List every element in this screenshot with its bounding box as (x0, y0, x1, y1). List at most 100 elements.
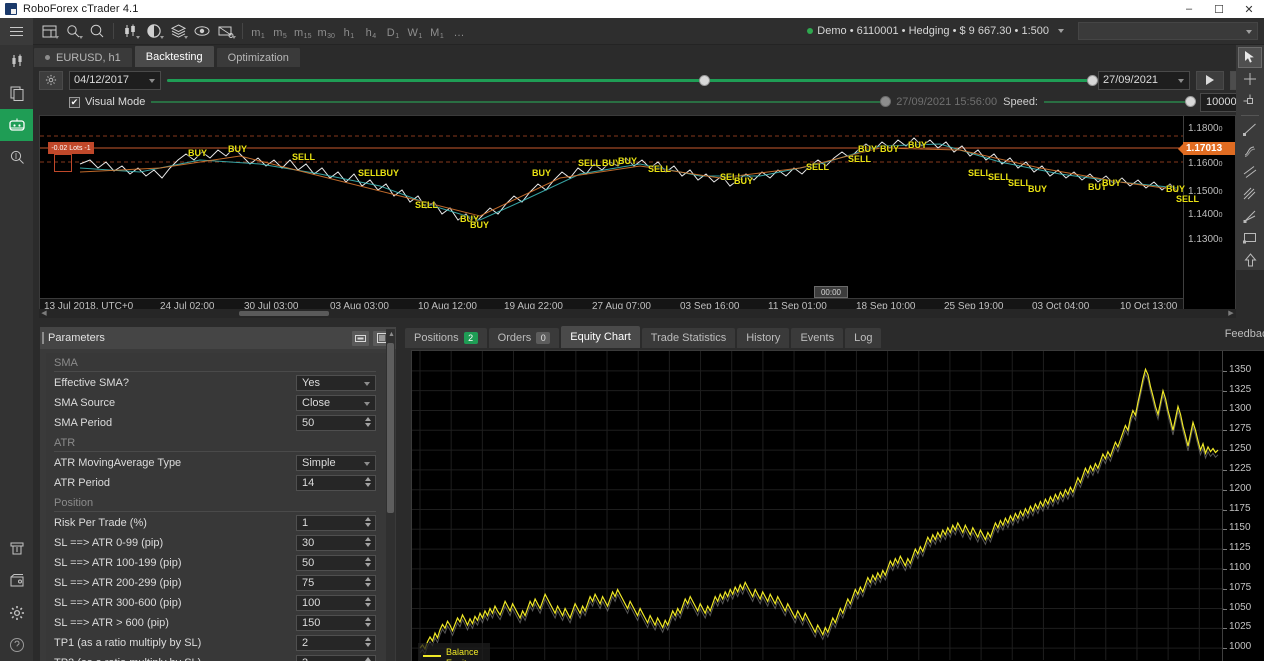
layers-icon[interactable] (166, 20, 190, 42)
tab-optimization[interactable]: Optimization (215, 47, 301, 67)
parameters-list[interactable]: SMA Effective SMA? Yes SMA Source Close SMA P… (46, 353, 392, 661)
timeframe-more-button[interactable]: … (448, 20, 470, 42)
trade-marker-sell[interactable]: SELL (578, 158, 601, 168)
scrollbar-thumb[interactable] (239, 311, 329, 316)
spinner-arrows-icon[interactable] (365, 637, 371, 647)
trade-marker-buy[interactable]: BUY (880, 144, 899, 154)
cursor-tool-icon[interactable] (1238, 47, 1262, 68)
backtest-range-slider[interactable] (167, 71, 1098, 90)
speed-slider[interactable] (1044, 92, 1196, 112)
tab-positions[interactable]: Positions 2 (405, 328, 487, 348)
spinner-arrows-icon[interactable] (365, 477, 371, 487)
play-button[interactable] (1196, 70, 1224, 90)
scrollbar-thumb[interactable] (387, 343, 394, 513)
price-chart-horizontal-scrollbar[interactable]: ◀ ▶ (39, 309, 1236, 318)
trade-marker-buy[interactable]: BUY (532, 168, 551, 178)
trade-marker-sell[interactable]: SELL (292, 152, 315, 162)
tab-history[interactable]: History (737, 328, 790, 348)
progress-slider[interactable] (151, 92, 892, 112)
fib-speed-tool-icon[interactable] (1238, 206, 1262, 227)
timeframe-m15[interactable]: m 15 (291, 20, 314, 42)
parameter-spinner[interactable]: 1 (296, 515, 376, 531)
spinner-arrows-icon[interactable] (365, 417, 371, 427)
timeframe-d1[interactable]: D1 (382, 20, 404, 42)
sidebar-item-wallet[interactable] (0, 565, 33, 597)
eye-visibility-icon[interactable] (190, 20, 214, 42)
parameter-spinner[interactable]: 50 (296, 415, 376, 431)
symbol-search-input[interactable] (1078, 22, 1258, 40)
channel-tool-icon[interactable] (1238, 162, 1262, 183)
scroll-left-arrow-icon[interactable]: ◀ (39, 309, 49, 318)
zoom-out-icon[interactable] (61, 20, 85, 42)
feedback-button[interactable]: Feedback (1225, 328, 1264, 340)
price-chart-y-axis[interactable]: 1.18000 1.16000 1.15000 1.14000 1.13000 … (1178, 116, 1235, 314)
equity-chart[interactable]: 1000 1025 1050 1075 1100 1125 1150 1175 1200 1225… (411, 350, 1264, 661)
fibonacci-tool-icon[interactable] (1238, 140, 1262, 161)
parameter-spinner[interactable]: 3 (296, 655, 376, 661)
progress-knob[interactable] (880, 96, 892, 107)
trendline-tool-icon[interactable] (1238, 118, 1262, 139)
tab-equity-chart[interactable]: Equity Chart (561, 326, 640, 348)
close-button[interactable]: ✕ (1234, 0, 1264, 18)
parameter-select[interactable]: Simple (296, 455, 376, 471)
timeframe-m5[interactable]: m5 (269, 20, 291, 42)
spinner-arrows-icon[interactable] (365, 557, 371, 567)
maximize-button[interactable]: ☐ (1204, 0, 1234, 18)
trade-marker-buy[interactable]: BUY (228, 144, 247, 154)
account-selector[interactable]: Demo • 6110001 • Hedging • $ 9 667.30 • … (807, 25, 1064, 37)
parameter-select[interactable]: Close (296, 395, 376, 411)
parameter-spinner[interactable]: 2 (296, 635, 376, 651)
parameter-spinner[interactable]: 100 (296, 595, 376, 611)
minimize-button[interactable]: – (1174, 0, 1204, 18)
sidebar-item-deposit[interactable] (0, 533, 33, 565)
backtest-end-date-input[interactable]: 27/09/2021 (1098, 70, 1190, 90)
sidebar-item-settings[interactable] (0, 597, 33, 629)
scroll-right-arrow-icon[interactable]: ▶ (1226, 309, 1236, 318)
spinner-arrows-icon[interactable] (365, 657, 371, 661)
sidebar-item-automate[interactable] (0, 109, 33, 141)
tab-backtesting[interactable]: Backtesting (133, 45, 215, 67)
parameter-spinner[interactable]: 30 (296, 535, 376, 551)
visual-mode-checkbox[interactable]: ✔ Visual Mode (69, 96, 145, 108)
tab-orders[interactable]: Orders 0 (488, 328, 560, 348)
marker-tool-icon[interactable] (1238, 91, 1262, 112)
trade-marker-buy[interactable]: BUY (1102, 178, 1121, 188)
tab-symbol-eurusd[interactable]: EURUSD, h1 (33, 47, 133, 67)
backtest-settings-gear-icon[interactable] (39, 70, 63, 90)
timeframe-m1[interactable]: m1 (247, 20, 269, 42)
spinner-arrows-icon[interactable] (365, 517, 371, 527)
timeframe-m30[interactable]: m 30 (314, 20, 337, 42)
menu-hamburger-icon[interactable] (0, 17, 33, 45)
sidebar-item-copy[interactable] (0, 77, 33, 109)
parameter-spinner[interactable]: 150 (296, 615, 376, 631)
parameter-spinner[interactable]: 50 (296, 555, 376, 571)
timeframe-mn1[interactable]: M1 (426, 20, 448, 42)
trade-marker-sell[interactable]: SELL (1176, 194, 1199, 204)
trade-marker-buy[interactable]: BUY (908, 140, 927, 150)
crosshair-tool-icon[interactable] (1238, 69, 1262, 90)
timeframe-w1[interactable]: W1 (404, 20, 426, 42)
trade-marker-buy[interactable]: BUY (734, 176, 753, 186)
trade-marker-buy[interactable]: BUY (188, 148, 207, 158)
indicator-icon[interactable] (142, 20, 166, 42)
spinner-arrows-icon[interactable] (365, 577, 371, 587)
range-knob-right[interactable] (1087, 74, 1098, 86)
parameter-spinner[interactable]: 14 (296, 475, 376, 491)
range-knob-left[interactable] (698, 74, 710, 86)
trade-marker-sell[interactable]: SELL (848, 154, 871, 164)
trade-marker-sell[interactable]: SELL (806, 162, 829, 172)
trade-marker-buy[interactable]: BUY (1166, 184, 1185, 194)
sidebar-item-trade[interactable] (0, 45, 33, 77)
scroll-up-arrow-icon[interactable]: ▲ (388, 331, 395, 338)
save-preset-icon[interactable] (352, 330, 369, 346)
spinner-arrows-icon[interactable] (365, 597, 371, 607)
spinner-arrows-icon[interactable] (365, 617, 371, 627)
tab-log[interactable]: Log (845, 328, 882, 348)
timeframe-h4[interactable]: h4 (360, 20, 382, 42)
speed-knob[interactable] (1185, 96, 1196, 107)
zoom-in-icon[interactable] (85, 20, 109, 42)
arrow-up-tool-icon[interactable] (1238, 249, 1262, 270)
sidebar-item-help[interactable] (0, 629, 33, 661)
pitchfork-tool-icon[interactable] (1238, 184, 1262, 205)
rectangle-tool-icon[interactable] (1238, 227, 1262, 248)
